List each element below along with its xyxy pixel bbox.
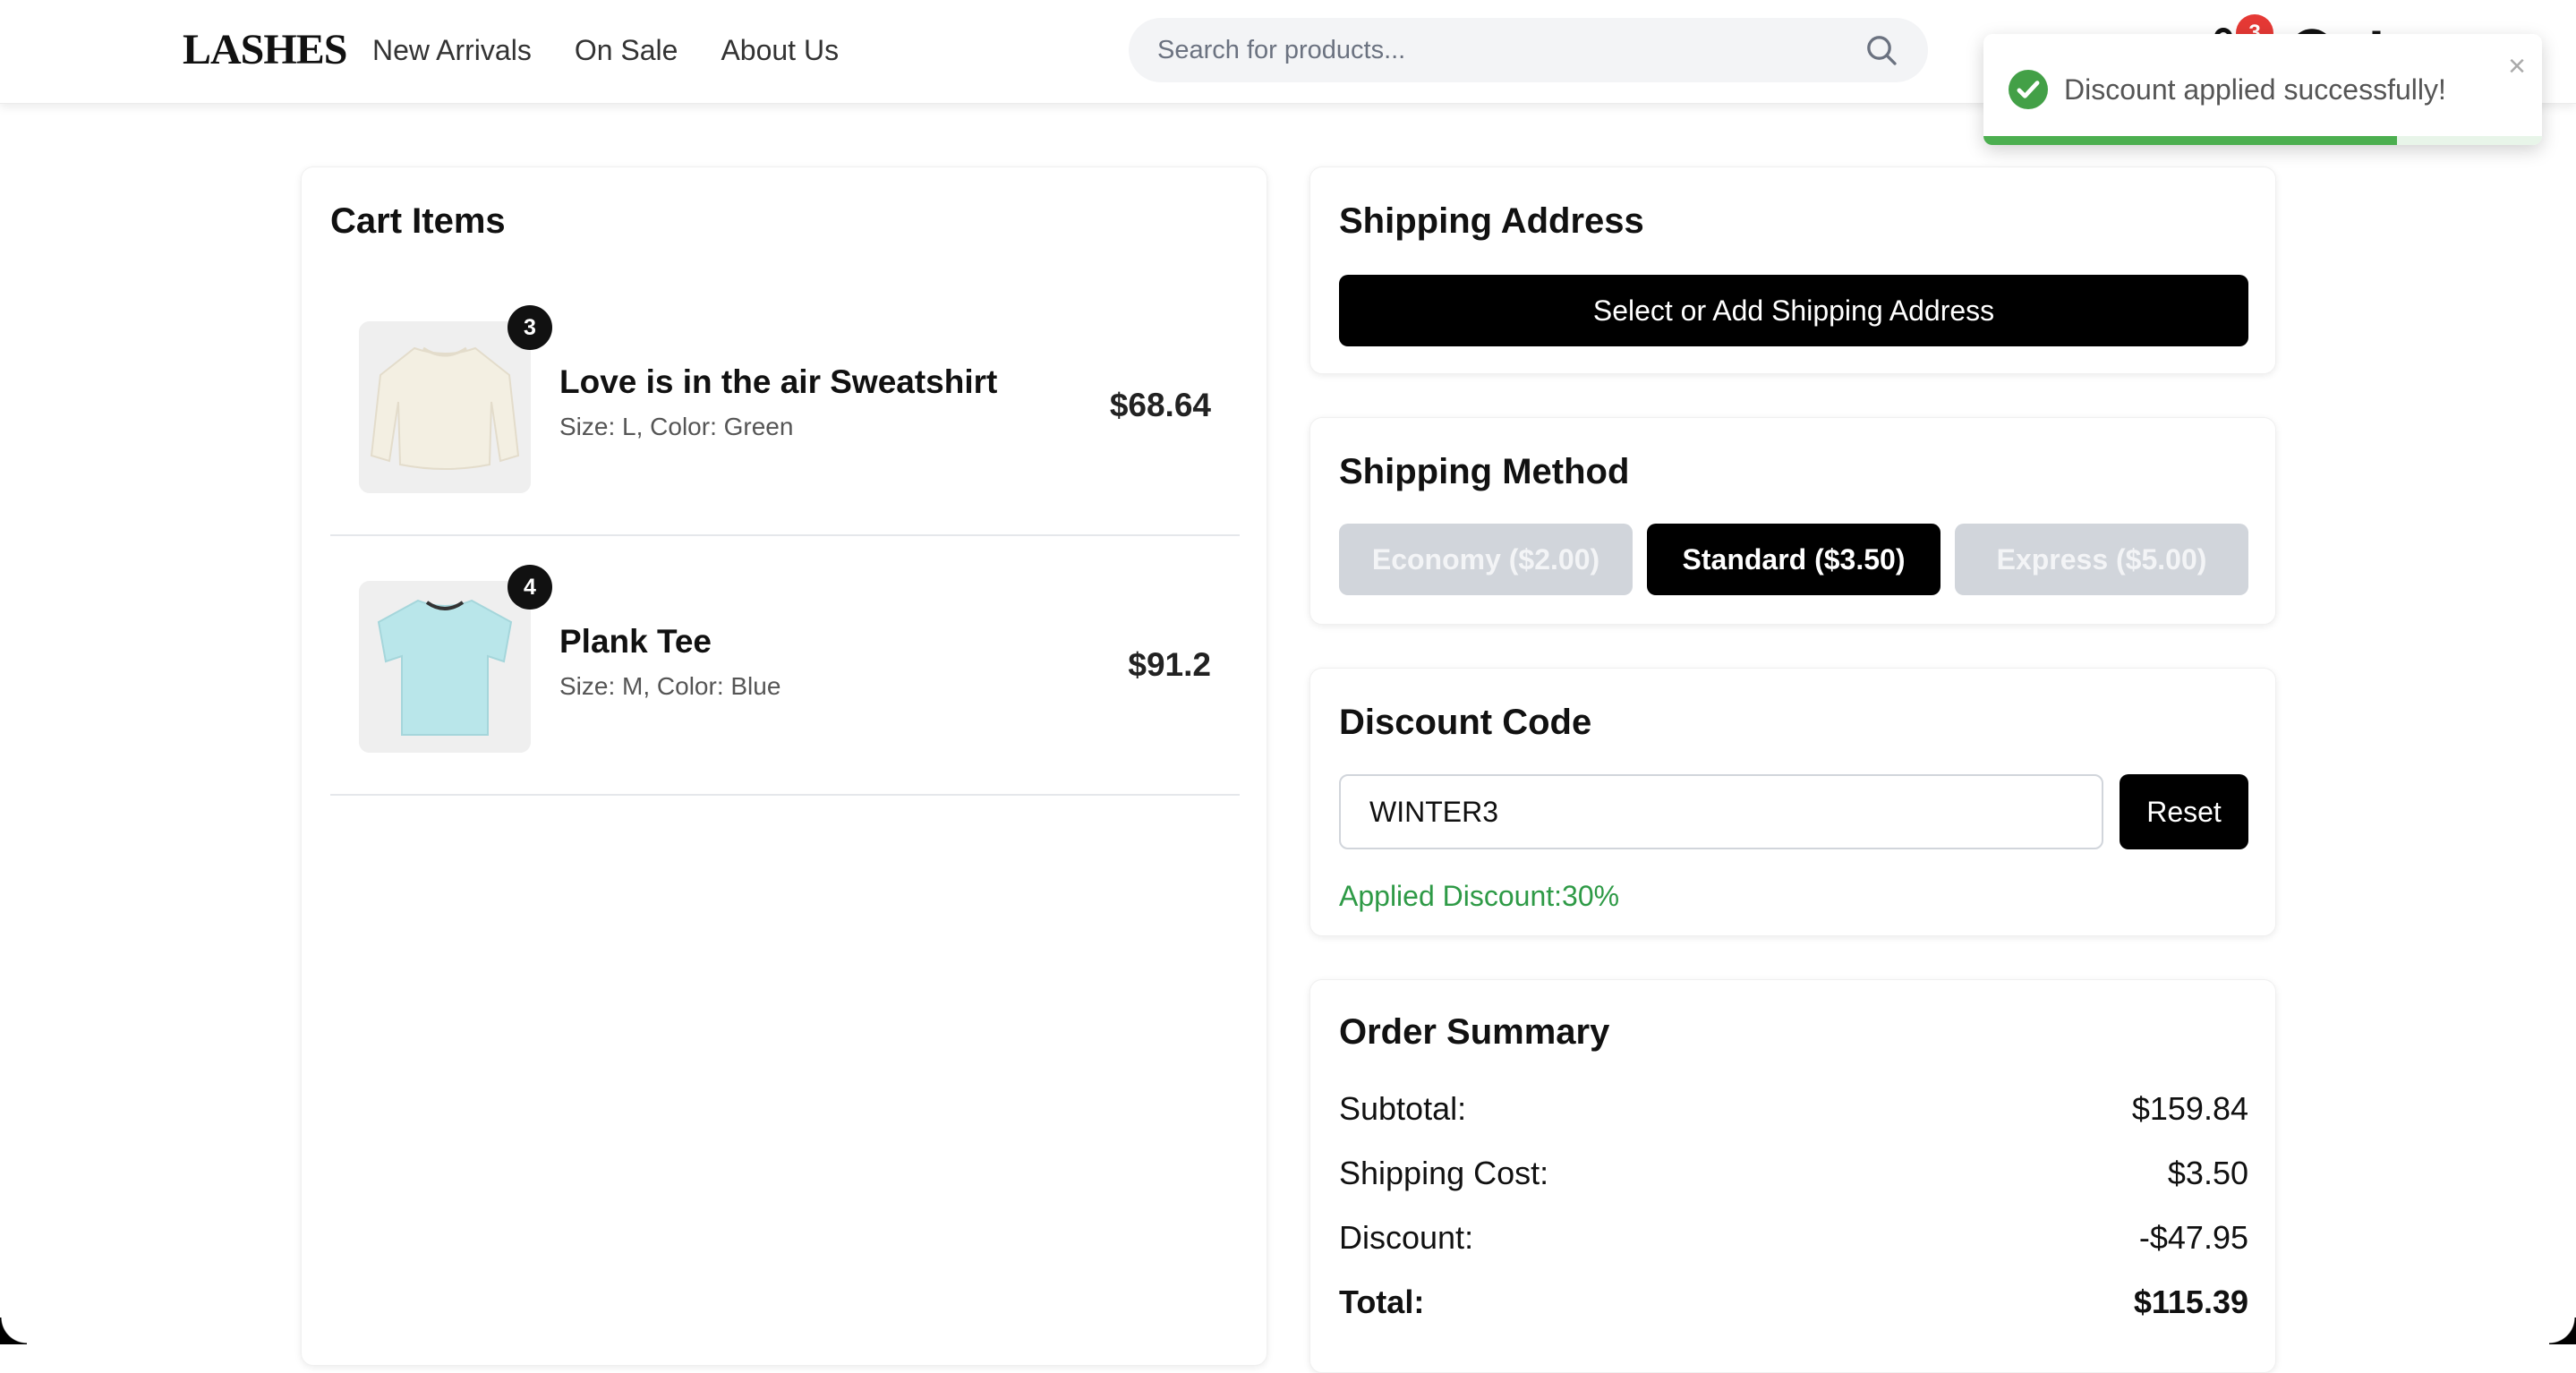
summary-value: $3.50 [2168, 1154, 2248, 1193]
order-summary-card: Order Summary Subtotal: $159.84 Shipping… [1309, 979, 2276, 1373]
product-image[interactable] [359, 581, 531, 753]
toast-notification: Discount applied successfully! × [1983, 34, 2542, 145]
summary-row-discount: Discount: -$47.95 [1339, 1218, 2248, 1258]
item-name[interactable]: Love is in the air Sweatshirt [559, 362, 997, 402]
item-name[interactable]: Plank Tee [559, 622, 712, 661]
quantity-badge: 4 [508, 565, 552, 610]
search-bar [1129, 18, 1928, 82]
toast-message: Discount applied successfully! [2064, 72, 2446, 107]
toast-close-icon[interactable]: × [2501, 50, 2533, 82]
discount-code-title: Discount Code [1339, 701, 1591, 744]
summary-label: Shipping Cost: [1339, 1154, 1548, 1193]
window-corner [0, 1318, 27, 1344]
total-label: Total: [1339, 1283, 1424, 1322]
site-logo[interactable]: LASHES [183, 25, 346, 75]
summary-label: Discount: [1339, 1218, 1473, 1258]
cart-item: 3 Love is in the air Sweatshirt Size: L,… [330, 277, 1240, 536]
toast-progress-bar [1983, 136, 2542, 145]
nav-new-arrivals[interactable]: New Arrivals [372, 32, 532, 68]
cart-items-title: Cart Items [330, 200, 506, 243]
shipping-option-express[interactable]: Express ($5.00) [1955, 524, 2248, 595]
search-icon[interactable] [1864, 32, 1899, 68]
shipping-method-title: Shipping Method [1339, 450, 1629, 493]
order-summary-title: Order Summary [1339, 1011, 1609, 1053]
reset-discount-button[interactable]: Reset [2120, 774, 2248, 849]
search-input[interactable] [1157, 36, 1864, 65]
applied-discount-text: Applied Discount:30% [1339, 878, 1619, 914]
select-address-button[interactable]: Select or Add Shipping Address [1339, 275, 2248, 346]
summary-value: $159.84 [2132, 1089, 2248, 1129]
item-price: $68.64 [1110, 386, 1211, 425]
item-price: $91.2 [1128, 645, 1211, 685]
discount-code-card: Discount Code Reset Applied Discount:30% [1309, 668, 2276, 936]
product-image[interactable] [359, 321, 531, 493]
toast-progress-fill [1983, 136, 2397, 145]
summary-row-shipping: Shipping Cost: $3.50 [1339, 1154, 2248, 1193]
summary-label: Subtotal: [1339, 1089, 1466, 1129]
shipping-address-title: Shipping Address [1339, 200, 1644, 243]
quantity-badge: 3 [508, 305, 552, 350]
tshirt-icon [359, 581, 531, 753]
window-corner [2549, 1318, 2576, 1344]
success-check-icon [2009, 70, 2048, 109]
item-details: Size: M, Color: Blue [559, 670, 780, 703]
shipping-address-card: Shipping Address Select or Add Shipping … [1309, 166, 2276, 374]
discount-code-input[interactable] [1339, 774, 2103, 849]
nav-on-sale[interactable]: On Sale [575, 32, 678, 68]
cart-item: 4 Plank Tee Size: M, Color: Blue $91.2 [330, 536, 1240, 796]
main-nav: New Arrivals On Sale About Us [372, 32, 839, 68]
shipping-method-card: Shipping Method Economy ($2.00) Standard… [1309, 417, 2276, 625]
total-value: $115.39 [2134, 1283, 2248, 1322]
summary-row-total: Total: $115.39 [1339, 1283, 2248, 1322]
sweatshirt-icon [359, 321, 531, 493]
shipping-option-standard[interactable]: Standard ($3.50) [1647, 524, 1941, 595]
nav-about-us[interactable]: About Us [721, 32, 839, 68]
cart-items-card: Cart Items 3 Love is in the air Sweatshi… [301, 166, 1267, 1366]
item-details: Size: L, Color: Green [559, 411, 793, 443]
summary-row-subtotal: Subtotal: $159.84 [1339, 1089, 2248, 1129]
summary-value: -$47.95 [2139, 1218, 2248, 1258]
shipping-option-economy[interactable]: Economy ($2.00) [1339, 524, 1633, 595]
